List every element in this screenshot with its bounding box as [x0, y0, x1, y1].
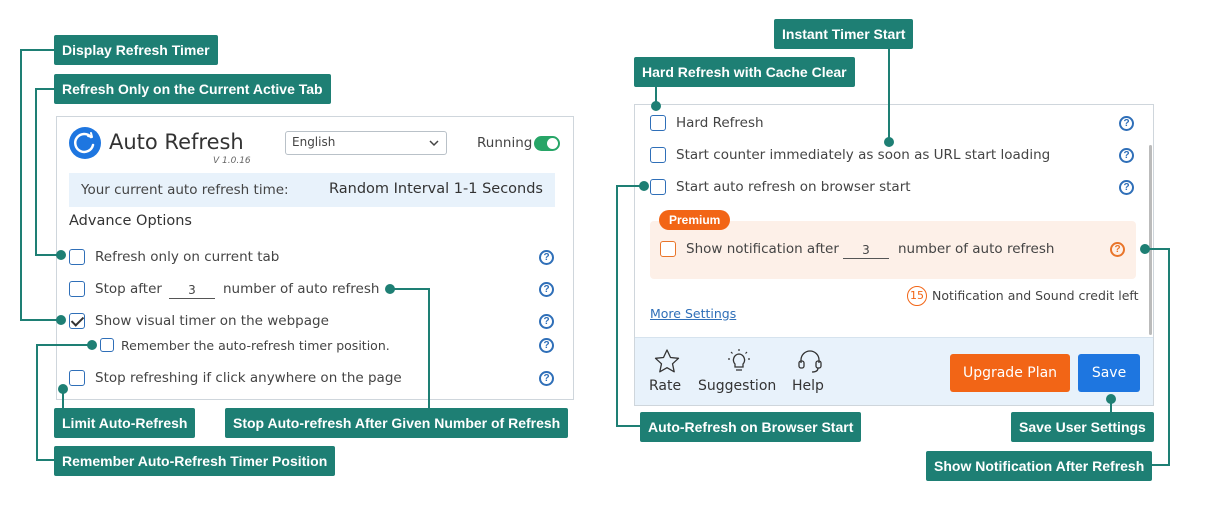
- connector-line: [36, 344, 38, 461]
- rate-button[interactable]: Rate: [649, 348, 685, 398]
- more-settings-link[interactable]: More Settings: [650, 306, 736, 321]
- show-visual-timer-label: Show visual timer on the webpage: [95, 313, 329, 329]
- help-icon[interactable]: ?: [1119, 180, 1134, 195]
- connector-dot: [56, 250, 66, 260]
- app-logo-icon: [69, 127, 101, 159]
- connector-dot: [56, 315, 66, 325]
- connector-line: [428, 288, 430, 408]
- help-icon[interactable]: ?: [539, 314, 554, 329]
- stop-after-prefix: Stop after: [95, 281, 162, 297]
- connector-line: [616, 185, 618, 427]
- help-button[interactable]: Help: [792, 348, 828, 398]
- headset-icon: [798, 350, 822, 373]
- connector-line: [35, 88, 54, 90]
- refresh-current-tab-checkbox[interactable]: [69, 249, 85, 265]
- connector-line: [1152, 464, 1170, 466]
- start-on-browser-label: Start auto refresh on browser start: [676, 179, 911, 195]
- current-time-bar: Your current auto refresh time: Random I…: [69, 173, 555, 207]
- stop-after-suffix: number of auto refresh: [223, 281, 380, 297]
- save-button[interactable]: Save: [1078, 354, 1140, 392]
- current-time-value: Random Interval 1-1 Seconds: [329, 181, 543, 197]
- start-on-browser-checkbox[interactable]: [650, 179, 666, 195]
- remember-position-checkbox[interactable]: [100, 338, 114, 352]
- help-icon[interactable]: ?: [1110, 242, 1125, 257]
- start-immediately-checkbox[interactable]: [650, 147, 666, 163]
- connector-dot: [58, 384, 68, 394]
- callout-save-user-settings: Save User Settings: [1011, 412, 1154, 442]
- connector-line: [888, 49, 890, 141]
- help-icon[interactable]: ?: [1119, 148, 1134, 163]
- connector-line: [1168, 248, 1170, 466]
- help-label: Help: [792, 378, 824, 394]
- notify-count-input[interactable]: [843, 241, 889, 259]
- notify-suffix: number of auto refresh: [898, 241, 1055, 257]
- notify-prefix: Show notification after: [686, 241, 839, 257]
- hard-refresh-label: Hard Refresh: [676, 115, 764, 131]
- star-icon: [654, 349, 680, 373]
- connector-dot: [639, 181, 649, 191]
- callout-refresh-only-current-tab: Refresh Only on the Current Active Tab: [54, 74, 331, 104]
- start-immediately-label: Start counter immediately as soon as URL…: [676, 147, 1051, 163]
- right-settings-panel: Hard Refresh ? Start counter immediately…: [634, 104, 1154, 406]
- panel-footer: Rate Suggestion Help Upgrade Plan Save: [635, 337, 1153, 405]
- upgrade-plan-button[interactable]: Upgrade Plan: [950, 354, 1070, 392]
- premium-badge: Premium: [659, 210, 731, 230]
- connector-dot: [385, 284, 395, 294]
- language-selected: English: [292, 135, 336, 149]
- help-icon[interactable]: ?: [539, 338, 554, 353]
- connector-line: [20, 319, 60, 321]
- help-icon[interactable]: ?: [539, 250, 554, 265]
- connector-line: [35, 88, 37, 256]
- current-time-label: Your current auto refresh time:: [81, 182, 289, 198]
- running-toggle[interactable]: [534, 136, 560, 151]
- connector-dot: [87, 340, 97, 350]
- help-icon[interactable]: ?: [539, 282, 554, 297]
- status-label: Running: [477, 135, 533, 151]
- connector-line: [20, 49, 54, 51]
- connector-dot: [651, 101, 661, 111]
- callout-remember-timer-position: Remember Auto-Refresh Timer Position: [54, 446, 336, 476]
- callout-limit-auto-refresh: Limit Auto-Refresh: [54, 408, 196, 438]
- app-title: Auto Refresh: [109, 130, 244, 154]
- connector-line: [390, 288, 430, 290]
- connector-dot: [1140, 244, 1150, 254]
- refresh-current-tab-label: Refresh only on current tab: [95, 249, 280, 265]
- connector-dot: [884, 137, 894, 147]
- section-title: Advance Options: [69, 213, 192, 229]
- credit-count-badge: 15: [907, 286, 927, 306]
- show-notification-checkbox[interactable]: [660, 241, 676, 257]
- callout-display-refresh-timer: Display Refresh Timer: [54, 35, 218, 65]
- suggestion-button[interactable]: Suggestion: [698, 348, 780, 398]
- callout-auto-refresh-browser-start: Auto-Refresh on Browser Start: [640, 412, 862, 442]
- chevron-down-icon: [429, 140, 439, 147]
- lightbulb-icon: [728, 349, 750, 371]
- show-visual-timer-checkbox[interactable]: [69, 313, 85, 329]
- scrollbar[interactable]: [1149, 145, 1152, 335]
- connector-line: [36, 459, 54, 461]
- callout-show-notification-after-refresh: Show Notification After Refresh: [926, 451, 1153, 481]
- stop-after-checkbox[interactable]: [69, 281, 85, 297]
- help-icon[interactable]: ?: [1119, 116, 1134, 131]
- connector-line: [616, 425, 640, 427]
- callout-stop-after-given-number: Stop Auto-refresh After Given Number of …: [225, 408, 569, 438]
- stop-after-count-input[interactable]: [169, 281, 215, 299]
- rate-label: Rate: [649, 378, 682, 394]
- callout-instant-timer-start: Instant Timer Start: [774, 19, 914, 49]
- stop-on-click-label: Stop refreshing if click anywhere on the…: [95, 370, 402, 386]
- connector-dot: [1106, 394, 1116, 404]
- connector-line: [36, 344, 92, 346]
- connector-line: [20, 49, 22, 321]
- suggestion-label: Suggestion: [698, 378, 777, 394]
- hard-refresh-checkbox[interactable]: [650, 115, 666, 131]
- help-icon[interactable]: ?: [539, 371, 554, 386]
- app-version: V 1.0.16: [213, 156, 251, 166]
- remember-position-label: Remember the auto-refresh timer position…: [121, 338, 390, 353]
- left-settings-panel: Auto Refresh V 1.0.16 English Running Yo…: [56, 116, 574, 400]
- language-select[interactable]: English: [285, 131, 447, 155]
- stop-on-click-checkbox[interactable]: [69, 370, 85, 386]
- callout-hard-refresh-cache-clear: Hard Refresh with Cache Clear: [634, 57, 855, 87]
- credit-text: Notification and Sound credit left: [932, 288, 1139, 303]
